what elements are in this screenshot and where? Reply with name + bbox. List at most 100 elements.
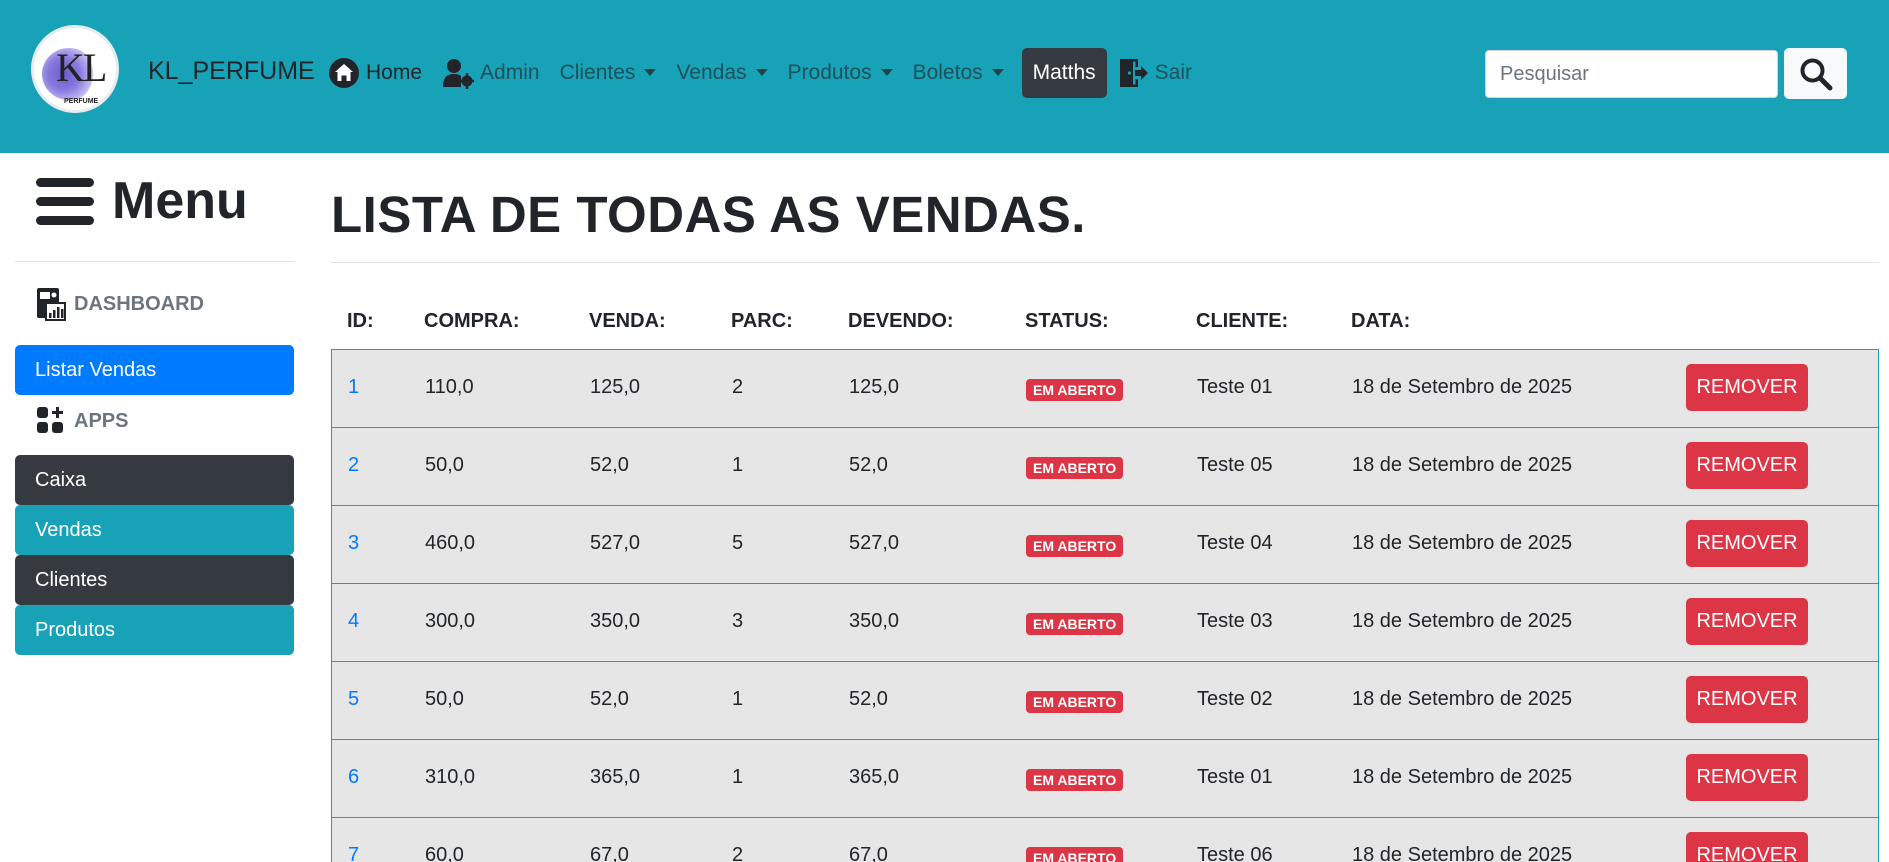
cell-id[interactable]: 2	[348, 454, 359, 477]
remove-button[interactable]: REMOVER	[1686, 520, 1808, 567]
nav-clientes-dropdown[interactable]: Clientes	[550, 50, 667, 95]
logo-small-text: PERFUME	[64, 98, 99, 105]
table-row: 2 50,0 52,0 1 52,0 Teste 05 18 de Setembro de …	[331, 427, 1879, 505]
table-row: 5 50,0 52,0 1 52,0 Teste 02 18 de Setembro de …	[331, 661, 1879, 739]
sidebar-menu-title: Menu	[36, 171, 248, 231]
table-header: ID: COMPRA: VENDA: PARC: DEVENDO: STATUS…	[331, 300, 1879, 350]
brand-name[interactable]: KL_PERFUME	[148, 57, 315, 86]
col-header-id: ID:	[347, 310, 374, 332]
table-row: 1 110,0 125,0 2 125,0 Teste 01 18 de Setembro …	[331, 349, 1879, 427]
col-header-venda: VENDA:	[589, 310, 666, 332]
remove-button[interactable]: REMOVER	[1686, 598, 1808, 645]
remove-button[interactable]: REMOVER	[1686, 676, 1808, 723]
sales-table-body: 1 110,0 125,0 2 125,0 Teste 01 18 de Setembro …	[331, 349, 1879, 862]
cell-cliente: Teste 03	[1197, 610, 1273, 632]
status-badge: EM ABERTO	[1026, 457, 1124, 479]
cell-parc: 2	[732, 376, 744, 398]
cell-venda: 125,0	[590, 376, 641, 398]
cell-id[interactable]: 6	[348, 766, 359, 789]
cell-data: 18 de Setembro de 2025	[1352, 454, 1573, 476]
user-gear-icon	[443, 58, 475, 89]
sidebar-clientes[interactable]: Clientes	[15, 555, 294, 605]
cell-data: 18 de Setembro de 2025	[1352, 610, 1573, 632]
remove-button[interactable]: REMOVER	[1686, 364, 1808, 411]
cell-data: 18 de Setembro de 2025	[1352, 688, 1573, 710]
title-divider	[331, 262, 1879, 263]
cell-parc: 3	[732, 610, 744, 632]
nav-produtos-label: Produtos	[787, 60, 872, 84]
search-input[interactable]	[1485, 50, 1778, 98]
cell-devendo: 125,0	[849, 376, 900, 398]
col-header-cliente: CLIENTE:	[1196, 310, 1289, 332]
sidebar-apps-link[interactable]: APPS	[36, 404, 128, 438]
nav-admin-label: Admin	[480, 60, 540, 84]
cell-id[interactable]: 1	[348, 376, 359, 399]
nav-boletos-dropdown[interactable]: Boletos	[903, 50, 1014, 95]
nav-admin[interactable]: Admin	[432, 50, 550, 95]
cell-compra: 50,0	[425, 454, 464, 476]
cell-devendo: 67,0	[849, 844, 888, 862]
table-row: 3 460,0 527,0 5 527,0 Teste 04 18 de Setembro …	[331, 505, 1879, 583]
cell-id[interactable]: 4	[348, 610, 359, 633]
chevron-down-icon	[991, 69, 1004, 76]
nav-produtos-dropdown[interactable]: Produtos	[778, 50, 903, 95]
sidebar-dashboard-link[interactable]: DASHBOARD	[36, 287, 204, 321]
cell-venda: 52,0	[590, 688, 629, 710]
cell-id[interactable]: 7	[348, 844, 359, 862]
col-header-parc: PARC:	[731, 310, 793, 332]
search-icon	[1800, 58, 1832, 90]
nav-vendas-label: Vendas	[676, 60, 747, 84]
main-nav: Home Admin Clientes Vendas Produtos Bole…	[318, 47, 1202, 98]
cell-parc: 1	[732, 688, 744, 710]
search-button[interactable]	[1784, 48, 1847, 99]
cell-cliente: Teste 02	[1197, 688, 1273, 710]
cell-compra: 60,0	[425, 844, 464, 862]
brand-logo[interactable]: KL PERFUME	[31, 25, 119, 113]
cell-venda: 67,0	[590, 844, 629, 862]
sidebar-caixa[interactable]: Caixa	[15, 455, 294, 505]
cell-devendo: 365,0	[849, 766, 900, 788]
cell-devendo: 52,0	[849, 454, 888, 476]
nav-home[interactable]: Home	[318, 50, 432, 95]
sidebar-divider	[15, 261, 294, 262]
table-row: 4 300,0 350,0 3 350,0 Teste 03 18 de Setembro …	[331, 583, 1879, 661]
cell-devendo: 52,0	[849, 688, 888, 710]
status-badge: EM ABERTO	[1026, 379, 1124, 401]
table-row: 6 310,0 365,0 1 365,0 Teste 01 18 de Setembro …	[331, 739, 1879, 817]
status-badge: EM ABERTO	[1026, 847, 1124, 862]
sidebar-vendas[interactable]: Vendas	[15, 505, 294, 555]
nav-sair[interactable]: Sair	[1115, 50, 1202, 95]
nav-boletos-label: Boletos	[912, 60, 983, 84]
cell-compra: 310,0	[425, 766, 476, 788]
nav-vendas-dropdown[interactable]: Vendas	[666, 50, 777, 95]
cell-venda: 365,0	[590, 766, 641, 788]
table-row: 7 60,0 67,0 2 67,0 Teste 06 18 de Setembro de …	[331, 817, 1879, 862]
cell-compra: 50,0	[425, 688, 464, 710]
apps-label: APPS	[74, 409, 129, 432]
cell-parc: 5	[732, 532, 744, 554]
chevron-down-icon	[755, 69, 768, 76]
col-header-status: STATUS:	[1025, 310, 1109, 332]
hamburger-icon[interactable]	[36, 177, 94, 225]
cell-data: 18 de Setembro de 2025	[1352, 376, 1573, 398]
cell-data: 18 de Setembro de 2025	[1352, 532, 1573, 554]
cell-devendo: 527,0	[849, 532, 900, 554]
status-badge: EM ABERTO	[1026, 691, 1124, 713]
sidebar-listar-vendas[interactable]: Listar Vendas	[15, 345, 294, 395]
col-header-data: DATA:	[1351, 310, 1411, 332]
chevron-down-icon	[644, 69, 657, 76]
cell-compra: 460,0	[425, 532, 476, 554]
col-header-devendo: DEVENDO:	[848, 310, 954, 332]
remove-button[interactable]: REMOVER	[1686, 442, 1808, 489]
remove-button[interactable]: REMOVER	[1686, 832, 1808, 862]
status-badge: EM ABERTO	[1026, 535, 1124, 557]
cell-id[interactable]: 3	[348, 532, 359, 555]
menu-title-text: Menu	[112, 172, 248, 230]
cell-id[interactable]: 5	[348, 688, 359, 711]
matths-button[interactable]: Matths	[1021, 47, 1107, 98]
apps-grid-icon	[37, 407, 63, 433]
col-header-compra: COMPRA:	[424, 310, 520, 332]
remove-button[interactable]: REMOVER	[1686, 754, 1808, 801]
sidebar-produtos[interactable]: Produtos	[15, 605, 294, 655]
cell-cliente: Teste 01	[1197, 376, 1273, 398]
